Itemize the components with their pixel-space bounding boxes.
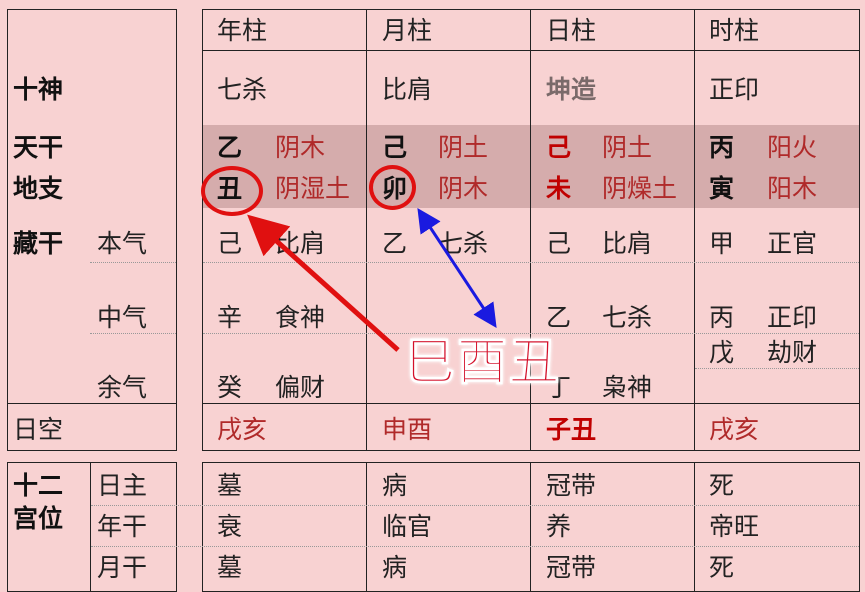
annotation-arrows bbox=[247, 207, 497, 352]
blue-arrow bbox=[417, 207, 497, 329]
annotation-sanhe-label: 巳酉丑 bbox=[405, 333, 561, 392]
red-arrow bbox=[247, 214, 400, 352]
